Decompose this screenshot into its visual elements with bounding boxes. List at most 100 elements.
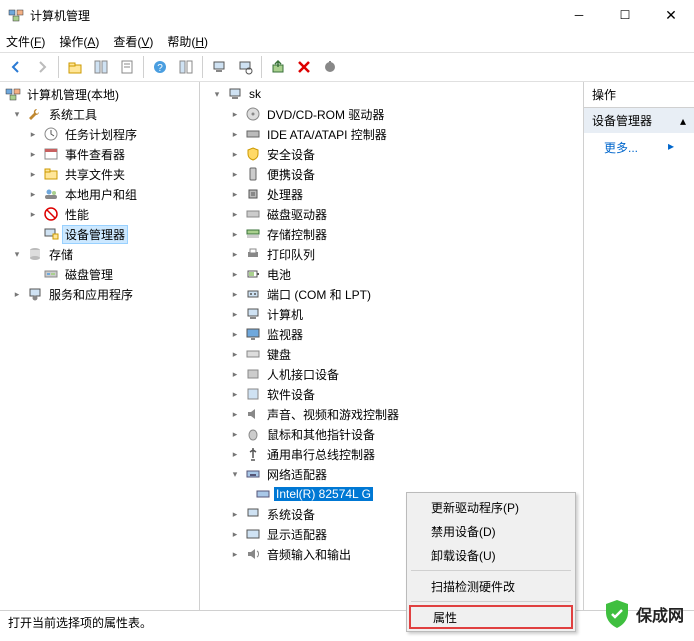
menu-action[interactable]: 操作(A): [59, 33, 99, 50]
device-network-adapters[interactable]: ▾网络适配器: [200, 464, 583, 484]
device-battery[interactable]: ▸电池: [200, 264, 583, 284]
chevron-right-icon[interactable]: ▸: [228, 407, 242, 421]
chevron-right-icon[interactable]: ▸: [228, 267, 242, 281]
context-disable-device[interactable]: 禁用设备(D): [409, 519, 573, 543]
device-diskdrive[interactable]: ▸磁盘驱动器: [200, 204, 583, 224]
chevron-right-icon[interactable]: ▸: [228, 547, 242, 561]
context-uninstall-device[interactable]: 卸载设备(U): [409, 543, 573, 567]
device-ports[interactable]: ▸端口 (COM 和 LPT): [200, 284, 583, 304]
tree-performance[interactable]: ▸ 性能: [0, 204, 199, 224]
menu-help[interactable]: 帮助(H): [167, 33, 208, 50]
chevron-right-icon[interactable]: ▸: [228, 527, 242, 541]
device-security[interactable]: ▸安全设备: [200, 144, 583, 164]
tree-shared-folders[interactable]: ▸ 共享文件夹: [0, 164, 199, 184]
chevron-right-icon[interactable]: ▸: [26, 187, 40, 201]
minimize-button[interactable]: ─: [556, 0, 602, 30]
chevron-right-icon[interactable]: ▸: [26, 207, 40, 221]
close-button[interactable]: ✕: [648, 0, 694, 30]
device-portable[interactable]: ▸便携设备: [200, 164, 583, 184]
maximize-button[interactable]: ☐: [602, 0, 648, 30]
chevron-right-icon[interactable]: ▸: [228, 147, 242, 161]
users-icon: [43, 186, 59, 202]
device-computer[interactable]: ▸计算机: [200, 304, 583, 324]
disc-icon: [245, 106, 261, 122]
device-storage-controller[interactable]: ▸存储控制器: [200, 224, 583, 244]
forward-button[interactable]: [30, 55, 54, 79]
chevron-right-icon[interactable]: ▸: [228, 427, 242, 441]
chevron-right-icon[interactable]: ▸: [228, 187, 242, 201]
device-monitor[interactable]: ▸监视器: [200, 324, 583, 344]
tree-storage[interactable]: ▾ 存储: [0, 244, 199, 264]
actions-header: 操作: [584, 82, 694, 108]
chevron-right-icon[interactable]: ▸: [228, 127, 242, 141]
audio-icon: [245, 546, 261, 562]
chevron-right-icon[interactable]: ▸: [228, 347, 242, 361]
chevron-right-icon[interactable]: ▸: [228, 387, 242, 401]
update-driver-button[interactable]: [266, 55, 290, 79]
device-keyboard[interactable]: ▸键盘: [200, 344, 583, 364]
context-update-driver[interactable]: 更新驱动程序(P): [409, 495, 573, 519]
actions-device-manager[interactable]: 设备管理器 ▴: [584, 108, 694, 133]
tree-root-computer-management[interactable]: 计算机管理(本地): [0, 84, 199, 104]
device-hid[interactable]: ▸人机接口设备: [200, 364, 583, 384]
tree-device-manager[interactable]: 设备管理器: [0, 224, 199, 244]
chevron-right-icon[interactable]: ▸: [10, 287, 24, 301]
shield-icon: [245, 146, 261, 162]
chevron-down-icon[interactable]: ▾: [210, 87, 224, 101]
chevron-down-icon[interactable]: ▾: [228, 467, 242, 481]
chevron-right-icon[interactable]: ▸: [26, 147, 40, 161]
chevron-right-icon[interactable]: ▸: [228, 107, 242, 121]
tree-services-apps[interactable]: ▸ 服务和应用程序: [0, 284, 199, 304]
scan-button[interactable]: [233, 55, 257, 79]
up-button[interactable]: [63, 55, 87, 79]
device-ide[interactable]: ▸IDE ATA/ATAPI 控制器: [200, 124, 583, 144]
context-scan-hardware[interactable]: 扫描检测硬件改: [409, 574, 573, 598]
chevron-down-icon[interactable]: ▾: [10, 247, 24, 261]
tree-event-viewer[interactable]: ▸ 事件查看器: [0, 144, 199, 164]
chevron-down-icon[interactable]: ▾: [10, 107, 24, 121]
computer-management-icon: [5, 86, 21, 102]
device-print-queue[interactable]: ▸打印队列: [200, 244, 583, 264]
tree-system-tools[interactable]: ▾ 系统工具: [0, 104, 199, 124]
device-usb[interactable]: ▸通用串行总线控制器: [200, 444, 583, 464]
computer-icon: [245, 306, 261, 322]
device-cpu[interactable]: ▸处理器: [200, 184, 583, 204]
chevron-right-icon[interactable]: ▸: [228, 207, 242, 221]
chevron-right-icon[interactable]: ▸: [26, 127, 40, 141]
device-sound[interactable]: ▸声音、视频和游戏控制器: [200, 404, 583, 424]
help-button[interactable]: ?: [148, 55, 172, 79]
chevron-right-icon[interactable]: ▸: [26, 167, 40, 181]
chevron-right-icon[interactable]: ▸: [228, 227, 242, 241]
event-viewer-icon: [43, 146, 59, 162]
chevron-right-icon[interactable]: ▸: [228, 367, 242, 381]
properties-button[interactable]: [115, 55, 139, 79]
chevron-right-icon[interactable]: ▸: [228, 327, 242, 341]
device-software[interactable]: ▸软件设备: [200, 384, 583, 404]
show-hide-button[interactable]: [89, 55, 113, 79]
menu-file[interactable]: 文件(F): [6, 33, 45, 50]
chevron-right-icon[interactable]: ▸: [228, 287, 242, 301]
context-properties[interactable]: 属性: [409, 605, 573, 629]
tree-disk-management[interactable]: 磁盘管理: [0, 264, 199, 284]
back-button[interactable]: [4, 55, 28, 79]
chevron-right-icon[interactable]: ▸: [228, 247, 242, 261]
services-icon: [27, 286, 43, 302]
disable-button[interactable]: [318, 55, 342, 79]
action-button[interactable]: [174, 55, 198, 79]
device-mouse[interactable]: ▸鼠标和其他指针设备: [200, 424, 583, 444]
toolbar-separator: [202, 56, 203, 78]
chevron-right-icon[interactable]: ▸: [228, 307, 242, 321]
chevron-right-icon[interactable]: ▸: [228, 167, 242, 181]
uninstall-button[interactable]: [292, 55, 316, 79]
device-root[interactable]: ▾ sk: [200, 84, 583, 104]
menu-view[interactable]: 查看(V): [113, 33, 153, 50]
actions-more[interactable]: 更多... ▸: [584, 133, 694, 162]
chevron-right-icon[interactable]: ▸: [228, 447, 242, 461]
computer-button[interactable]: [207, 55, 231, 79]
chevron-right-icon[interactable]: ▸: [228, 507, 242, 521]
tree-task-scheduler[interactable]: ▸ 任务计划程序: [0, 124, 199, 144]
disk-management-icon: [43, 266, 59, 282]
actions-panel: 操作 设备管理器 ▴ 更多... ▸: [584, 82, 694, 610]
tree-local-users[interactable]: ▸ 本地用户和组: [0, 184, 199, 204]
device-dvd[interactable]: ▸DVD/CD-ROM 驱动器: [200, 104, 583, 124]
